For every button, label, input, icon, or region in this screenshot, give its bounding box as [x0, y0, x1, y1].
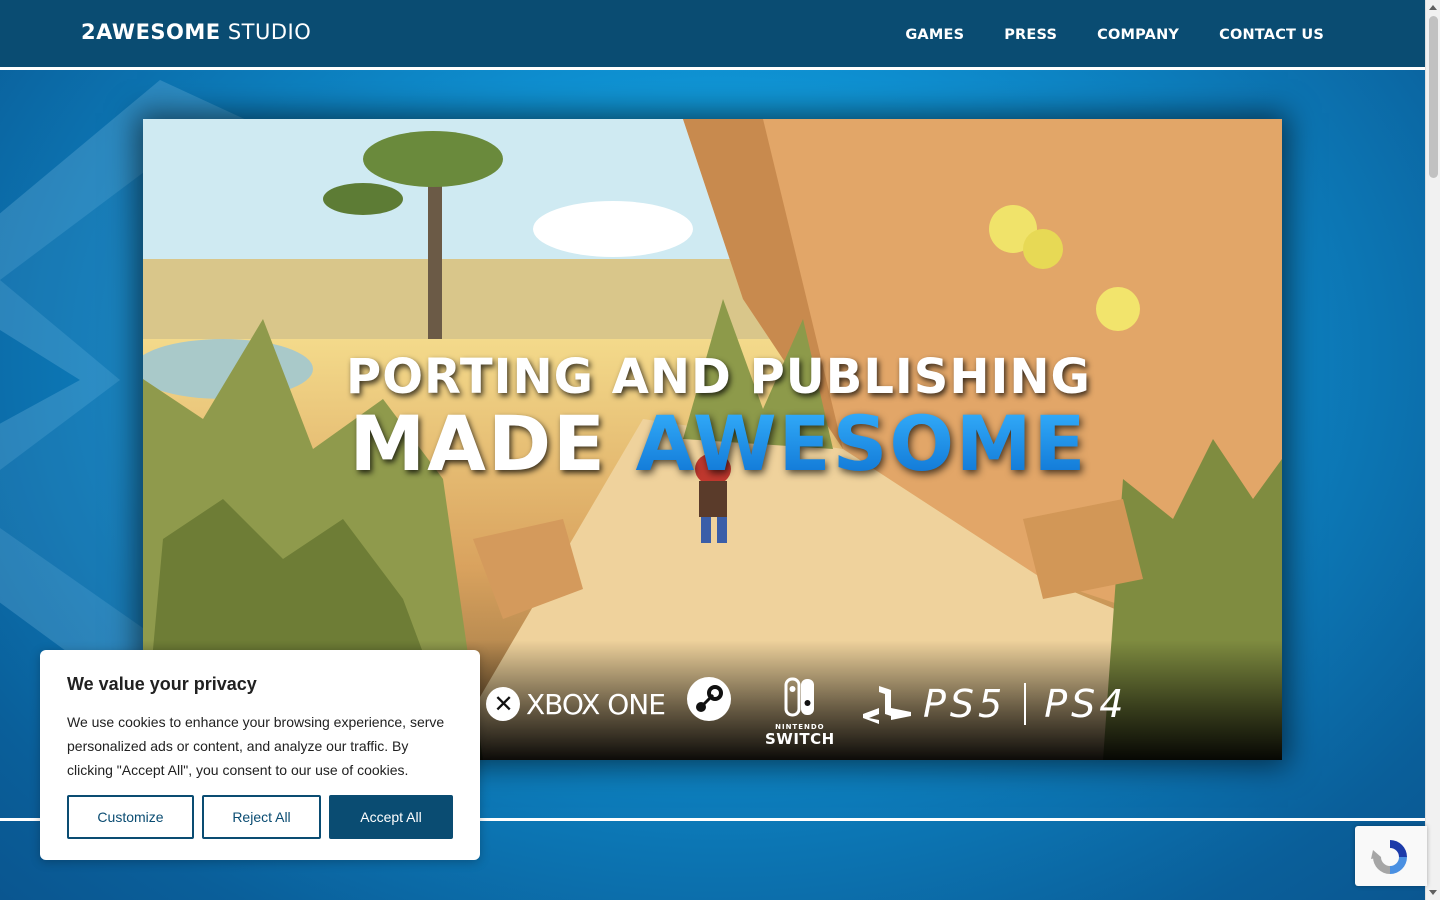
steam-icon	[687, 677, 731, 721]
xbox-icon: ✕	[486, 687, 520, 721]
xbox-one-logo: ✕ XBOX ONE	[486, 687, 666, 721]
page-scrollbar[interactable]	[1425, 0, 1440, 900]
hero-headline-line2: MADE AWESOME	[149, 399, 1282, 488]
site-logo[interactable]: 2AWESOME STUDIO	[81, 20, 311, 44]
nav-contact-us[interactable]: CONTACT US	[1219, 27, 1324, 43]
playstation-logos: PS5 PS4	[861, 682, 1127, 726]
nav-company[interactable]: COMPANY	[1097, 27, 1179, 43]
playstation-icon	[863, 686, 911, 724]
nav-games[interactable]: GAMES	[905, 27, 964, 43]
scrollbar-thumb[interactable]	[1429, 16, 1438, 178]
scroll-up-icon[interactable]	[1429, 5, 1437, 10]
hero-headline-line1: PORTING AND PUBLISHING	[346, 349, 1091, 405]
reject-all-button[interactable]: Reject All	[202, 795, 321, 839]
platform-separator	[1024, 683, 1027, 725]
xbox-one-label: XBOX ONE	[526, 687, 666, 721]
cookie-buttons: Customize Reject All Accept All	[67, 795, 453, 839]
cookie-consent-banner: We value your privacy We use cookies to …	[40, 650, 480, 860]
headline-awesome: AWESOME	[635, 399, 1088, 488]
nintendo-switch-logo: NINTENDO SWITCH	[765, 677, 835, 748]
ps4-label: PS4	[1044, 682, 1128, 726]
nav-press[interactable]: PRESS	[1004, 27, 1057, 43]
accept-all-button[interactable]: Accept All	[329, 795, 453, 839]
headline-made: MADE	[349, 399, 607, 488]
recaptcha-icon	[1371, 840, 1407, 874]
customize-button[interactable]: Customize	[67, 795, 194, 839]
main-nav: GAMES PRESS COMPANY CONTACT US	[905, 27, 1324, 43]
cookie-body: We use cookies to enhance your browsing …	[67, 714, 445, 778]
nintendo-switch-icon	[784, 677, 814, 717]
ps5-label: PS5	[923, 682, 1007, 726]
logo-light-text: STUDIO	[227, 20, 312, 44]
switch-big-label: SWITCH	[765, 730, 835, 748]
site-header: 2AWESOME STUDIO GAMES PRESS COMPANY CONT…	[0, 0, 1425, 70]
recaptcha-badge[interactable]	[1355, 826, 1427, 886]
cookie-title: We value your privacy	[67, 674, 257, 694]
scroll-down-icon[interactable]	[1429, 890, 1437, 895]
logo-bold-text: 2AWESOME	[81, 20, 221, 44]
